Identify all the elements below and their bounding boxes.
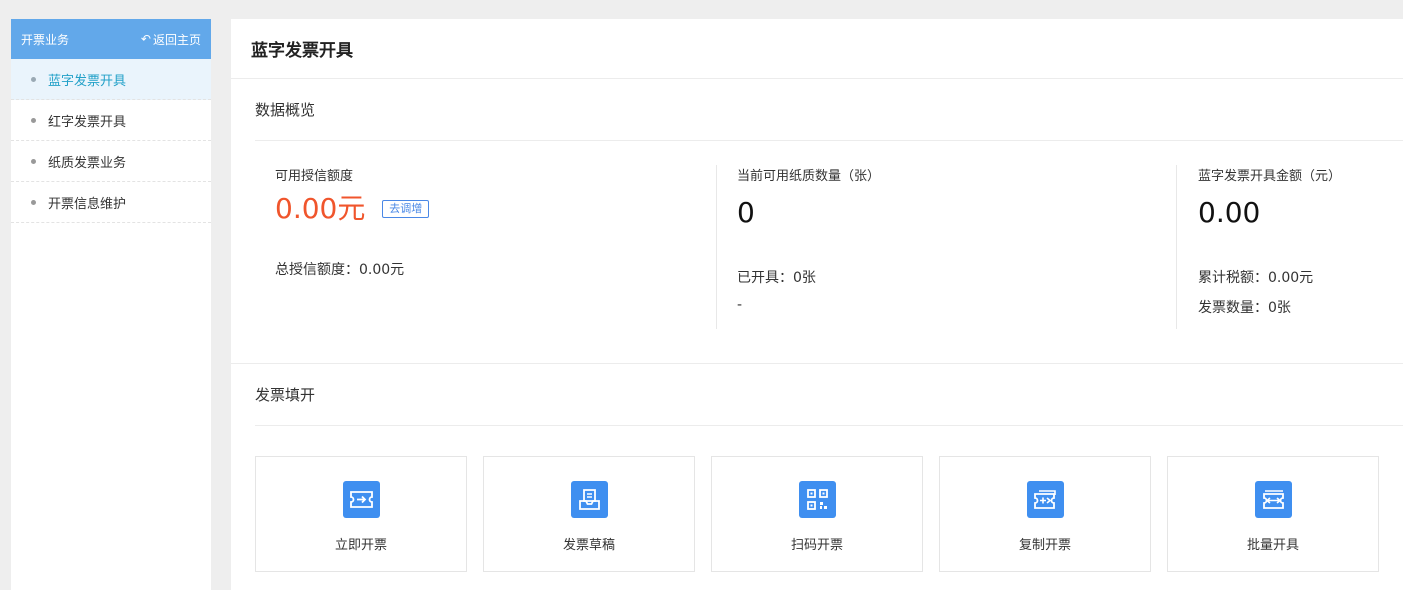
paper-issued: 已开具：0张	[737, 269, 816, 286]
sidebar-header: 开票业务 ↶ 返回主页	[11, 19, 211, 59]
sidebar-item-label: 开票信息维护	[48, 196, 127, 212]
bullet-icon	[31, 117, 36, 123]
credit-total: 总授信额度：0.00元	[275, 261, 405, 278]
batch-issue-card[interactable]: 批量开具	[1167, 456, 1379, 572]
bullet-icon	[31, 158, 36, 164]
credit-label: 可用授信额度	[275, 169, 354, 184]
card-label: 扫码开票	[790, 538, 843, 553]
paper-extra: -	[737, 296, 743, 313]
invoice-action-cards: 立即开票 发票草稿 扫码开票 复制开票 批量开具	[255, 456, 1379, 572]
credit-stat: 可用授信额度 0.00元 去调增 总授信额度：0.00元	[275, 165, 430, 279]
paper-stat: 当前可用纸质数量（张） 0 已开具：0张 -	[737, 165, 880, 313]
paper-value: 0	[737, 196, 755, 229]
stat-divider	[1176, 165, 1177, 329]
amount-count: 发票数量：0张	[1198, 299, 1291, 316]
batch-ticket-icon	[1254, 481, 1292, 518]
sidebar-title: 开票业务	[21, 32, 70, 47]
sidebar-item-red-invoice[interactable]: 红字发票开具	[11, 100, 211, 141]
bullet-icon	[31, 199, 36, 205]
sidebar-item-invoice-info[interactable]: 开票信息维护	[11, 182, 211, 223]
overview-section-title: 数据概览	[255, 79, 1403, 141]
stat-divider	[716, 165, 717, 329]
adjust-credit-button[interactable]: 去调增	[382, 200, 430, 219]
copy-issue-card[interactable]: 复制开票	[939, 456, 1151, 572]
credit-value: 0.00元	[275, 192, 366, 225]
amount-tax: 累计税额：0.00元	[1198, 269, 1314, 286]
page-title: 蓝字发票开具	[231, 19, 1403, 79]
card-label: 立即开票	[334, 538, 387, 553]
ticket-arrow-icon	[342, 481, 380, 518]
fill-section-title: 发票填开	[255, 364, 1403, 426]
back-home-label: 返回主页	[152, 32, 201, 47]
amount-label: 蓝字发票开具金额（元）	[1198, 169, 1342, 184]
amount-stat: 蓝字发票开具金额（元） 0.00 累计税额：0.00元 发票数量：0张	[1198, 165, 1341, 317]
back-home-link[interactable]: ↶ 返回主页	[141, 31, 201, 48]
paper-label: 当前可用纸质数量（张）	[737, 169, 881, 184]
sidebar-item-blue-invoice[interactable]: 蓝字发票开具	[11, 59, 211, 100]
draft-tray-icon	[570, 481, 608, 518]
back-arrow-icon: ↶	[140, 32, 151, 46]
copy-ticket-icon	[1026, 481, 1064, 518]
sidebar-item-label: 蓝字发票开具	[48, 73, 127, 89]
sidebar-item-label: 红字发票开具	[48, 114, 127, 130]
overview-stats: 可用授信额度 0.00元 去调增 总授信额度：0.00元 当前可用纸质数量（张）…	[231, 141, 1403, 364]
card-label: 批量开具	[1246, 538, 1299, 553]
card-label: 复制开票	[1018, 538, 1071, 553]
card-label: 发票草稿	[562, 538, 615, 553]
amount-value: 0.00	[1198, 196, 1261, 229]
draft-card[interactable]: 发票草稿	[483, 456, 695, 572]
issue-now-card[interactable]: 立即开票	[255, 456, 467, 572]
sidebar-item-label: 纸质发票业务	[48, 155, 127, 171]
sidebar: 开票业务 ↶ 返回主页 蓝字发票开具 红字发票开具 纸质发票业务 开票信息维护	[11, 19, 211, 590]
bullet-icon	[31, 76, 36, 82]
qr-code-icon	[798, 481, 836, 518]
scan-issue-card[interactable]: 扫码开票	[711, 456, 923, 572]
sidebar-item-paper-invoice[interactable]: 纸质发票业务	[11, 141, 211, 182]
